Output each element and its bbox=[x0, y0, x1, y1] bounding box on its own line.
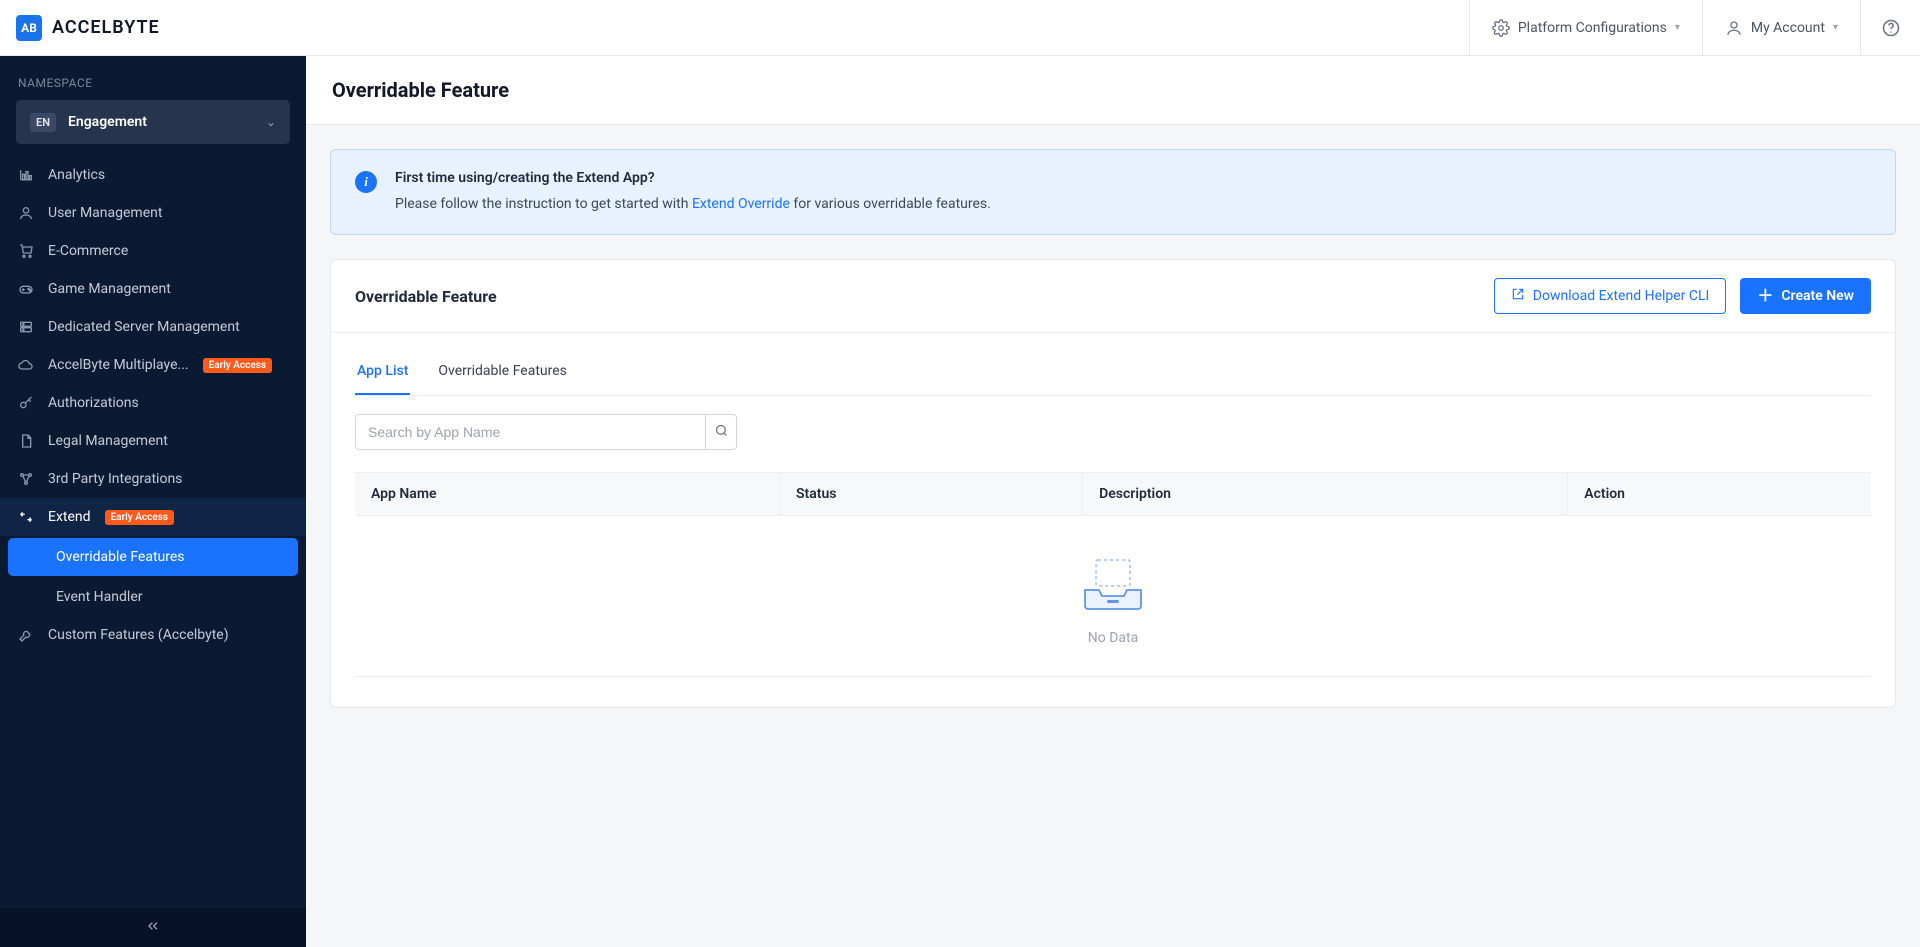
sidebar-item-label: Dedicated Server Management bbox=[48, 319, 240, 335]
create-new-button[interactable]: ＋ Create New bbox=[1740, 278, 1871, 314]
platform-configurations-label: Platform Configurations bbox=[1518, 20, 1667, 36]
chevron-down-icon: ⌄ bbox=[266, 115, 276, 129]
search-input[interactable] bbox=[355, 414, 705, 450]
overridable-feature-card: Overridable Feature Download Extend Help… bbox=[330, 259, 1896, 708]
info-banner-text-before: Please follow the instruction to get sta… bbox=[395, 196, 692, 212]
main: Overridable Feature i First time using/c… bbox=[306, 56, 1920, 947]
tab-app-list[interactable]: App List bbox=[355, 349, 410, 395]
document-icon bbox=[18, 433, 36, 449]
chart-icon bbox=[18, 167, 36, 183]
col-status: Status bbox=[779, 473, 1082, 516]
namespace-selector[interactable]: EN Engagement ⌄ bbox=[16, 100, 290, 144]
sidebar-item-extend[interactable]: Extend Early Access bbox=[0, 498, 306, 536]
external-link-icon bbox=[1511, 287, 1525, 305]
apps-table: App Name Status Description Action bbox=[355, 472, 1871, 516]
sidebar: NAMESPACE EN Engagement ⌄ Analytics User… bbox=[0, 56, 306, 947]
collapse-sidebar-button[interactable] bbox=[0, 907, 306, 947]
integrations-icon bbox=[18, 471, 36, 487]
sidebar-item-label: AccelByte Multiplaye... bbox=[48, 357, 189, 373]
sidebar-item-dedicated-server[interactable]: Dedicated Server Management bbox=[0, 308, 306, 346]
empty-state: No Data bbox=[355, 516, 1871, 677]
sidebar-item-label: Authorizations bbox=[48, 395, 139, 411]
cart-icon bbox=[18, 243, 36, 259]
namespace-badge: EN bbox=[30, 113, 56, 132]
brand: AB ACCELBYTE bbox=[0, 15, 306, 41]
namespace-heading: NAMESPACE bbox=[0, 56, 306, 100]
create-new-label: Create New bbox=[1781, 288, 1854, 304]
page-title: Overridable Feature bbox=[306, 56, 1920, 125]
sidebar-item-label: Analytics bbox=[48, 167, 105, 183]
info-banner: i First time using/creating the Extend A… bbox=[330, 149, 1896, 235]
chevron-double-left-icon bbox=[145, 918, 161, 938]
subnav-event-handler[interactable]: Event Handler bbox=[0, 578, 306, 616]
empty-text: No Data bbox=[355, 630, 1871, 646]
help-icon bbox=[1881, 18, 1901, 38]
platform-configurations-menu[interactable]: Platform Configurations ▾ bbox=[1469, 0, 1702, 55]
gamepad-icon bbox=[18, 281, 36, 297]
tabs: App List Overridable Features bbox=[355, 349, 1871, 396]
brand-icon: AB bbox=[16, 15, 42, 41]
chevron-down-icon: ▾ bbox=[1675, 22, 1680, 33]
extend-override-link[interactable]: Extend Override bbox=[692, 196, 790, 212]
sidebar-item-user-management[interactable]: User Management bbox=[0, 194, 306, 232]
topbar-right: Platform Configurations ▾ My Account ▾ bbox=[1469, 0, 1920, 55]
sidebar-item-label: Extend bbox=[48, 509, 91, 525]
sidebar-item-label: Custom Features (Accelbyte) bbox=[48, 627, 229, 643]
sidebar-item-multiplayer[interactable]: AccelByte Multiplaye... Early Access bbox=[0, 346, 306, 384]
search-icon bbox=[714, 423, 729, 441]
sidebar-item-legal[interactable]: Legal Management bbox=[0, 422, 306, 460]
sidebar-item-label: E-Commerce bbox=[48, 243, 128, 259]
key-icon bbox=[18, 395, 36, 411]
gear-icon bbox=[1492, 19, 1510, 37]
sidebar-item-label: User Management bbox=[48, 205, 162, 221]
tab-overridable-features[interactable]: Overridable Features bbox=[436, 349, 569, 395]
extend-icon bbox=[18, 509, 36, 525]
cloud-icon bbox=[18, 357, 36, 373]
brand-name: ACCELBYTE bbox=[52, 17, 160, 38]
sidebar-item-label: Game Management bbox=[48, 281, 171, 297]
sidebar-item-label: Legal Management bbox=[48, 433, 168, 449]
topbar: AB ACCELBYTE Platform Configurations ▾ M… bbox=[0, 0, 1920, 56]
sidebar-item-analytics[interactable]: Analytics bbox=[0, 156, 306, 194]
help-button[interactable] bbox=[1860, 0, 1920, 55]
empty-drawer-icon bbox=[1081, 556, 1145, 616]
info-banner-text-after: for various overridable features. bbox=[790, 196, 991, 212]
my-account-menu[interactable]: My Account ▾ bbox=[1702, 0, 1860, 55]
chevron-down-icon: ▾ bbox=[1833, 22, 1838, 33]
sidebar-item-game-management[interactable]: Game Management bbox=[0, 270, 306, 308]
sidebar-item-authorizations[interactable]: Authorizations bbox=[0, 384, 306, 422]
wrench-icon bbox=[18, 627, 36, 643]
card-title: Overridable Feature bbox=[355, 287, 497, 306]
namespace-name: Engagement bbox=[68, 114, 254, 130]
download-cli-label: Download Extend Helper CLI bbox=[1533, 288, 1710, 304]
col-app-name: App Name bbox=[355, 473, 779, 516]
user-icon bbox=[18, 205, 36, 221]
my-account-label: My Account bbox=[1751, 20, 1825, 36]
search-button[interactable] bbox=[705, 414, 737, 450]
sidebar-nav: Analytics User Management E-Commerce Gam… bbox=[0, 156, 306, 654]
extend-subnav: Overridable Features Event Handler bbox=[0, 538, 306, 616]
server-icon bbox=[18, 319, 36, 335]
info-banner-title: First time using/creating the Extend App… bbox=[395, 170, 991, 186]
search bbox=[355, 414, 1871, 450]
early-access-tag: Early Access bbox=[203, 358, 272, 373]
sidebar-item-integrations[interactable]: 3rd Party Integrations bbox=[0, 460, 306, 498]
info-icon: i bbox=[355, 171, 377, 193]
subnav-overridable-features[interactable]: Overridable Features bbox=[8, 538, 298, 576]
sidebar-item-ecommerce[interactable]: E-Commerce bbox=[0, 232, 306, 270]
sidebar-item-custom-features[interactable]: Custom Features (Accelbyte) bbox=[0, 616, 306, 654]
sidebar-item-label: 3rd Party Integrations bbox=[48, 471, 182, 487]
early-access-tag: Early Access bbox=[105, 510, 174, 525]
user-icon bbox=[1725, 19, 1743, 37]
col-action: Action bbox=[1568, 473, 1871, 516]
info-banner-text: Please follow the instruction to get sta… bbox=[395, 196, 991, 212]
col-description: Description bbox=[1083, 473, 1568, 516]
download-cli-button[interactable]: Download Extend Helper CLI bbox=[1494, 278, 1727, 314]
